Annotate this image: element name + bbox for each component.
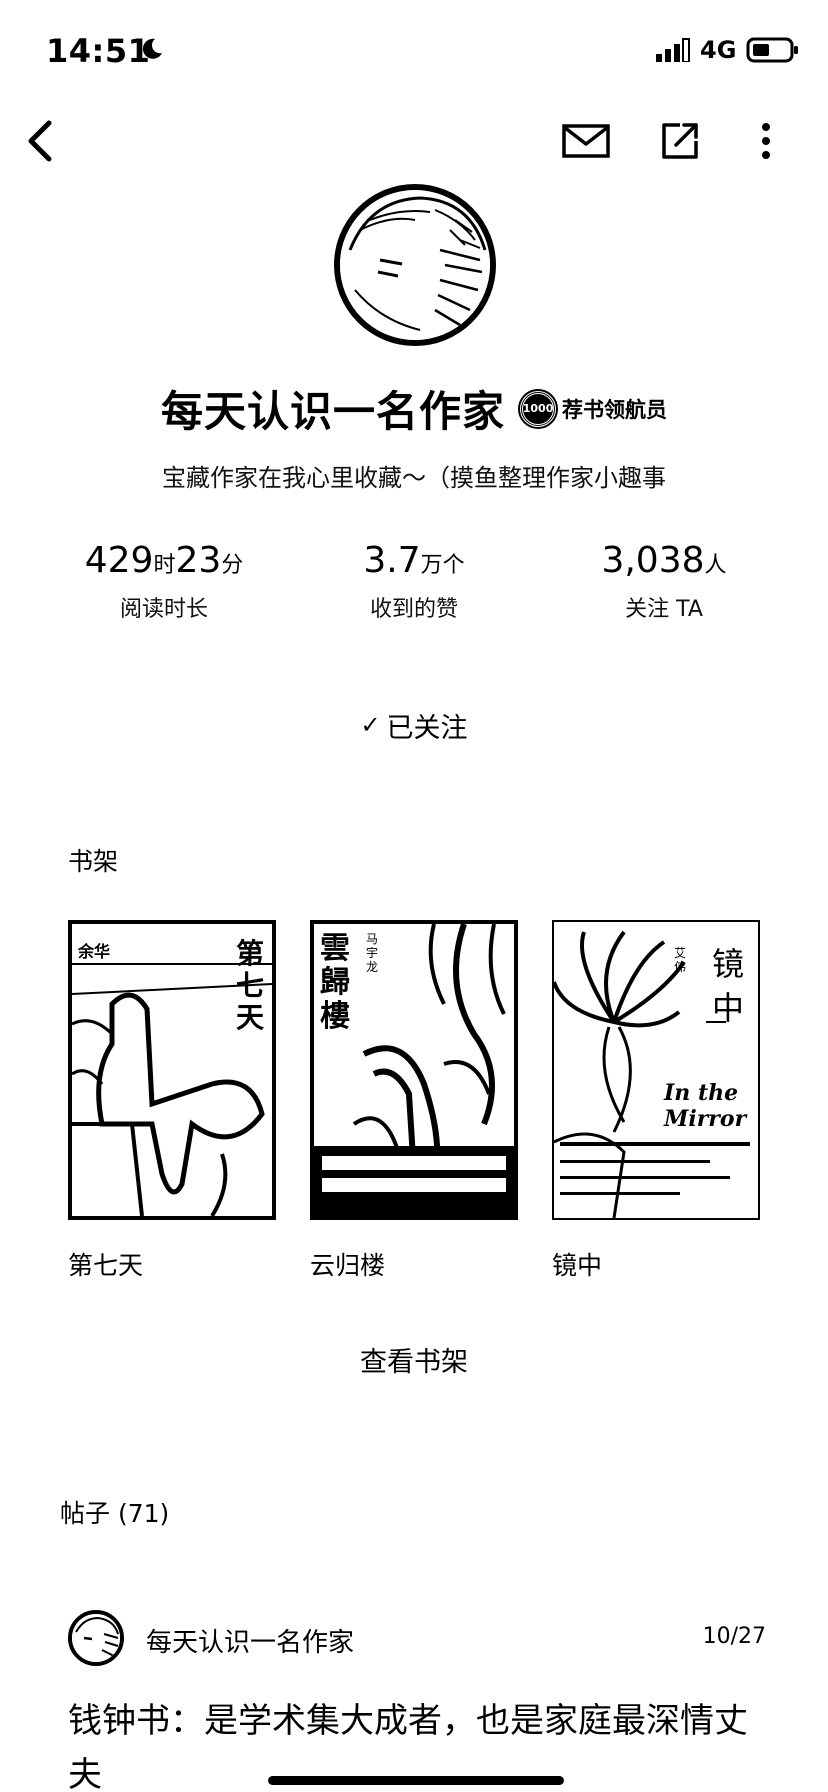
book-item[interactable]: 镜中 艾伟 In the Mirror 镜中 (552, 920, 760, 1282)
cover-en-line: Mirror (664, 1106, 747, 1132)
profile-name-row: 每天认识一名作家 1000 荐书领航员 (0, 378, 828, 439)
avatar-image (72, 1614, 120, 1662)
cover-en-line: In the (664, 1080, 739, 1106)
battery-icon (746, 37, 798, 63)
cover-author: 艾伟 (674, 946, 687, 974)
stat-likes: 3.7万个 收到的赞 (294, 540, 534, 623)
book-cover[interactable]: 镜中 艾伟 In the Mirror (552, 920, 760, 1220)
posts-title: 帖子 (71) (60, 1499, 170, 1528)
book-item[interactable]: 余华 第七天 第七天 (68, 920, 276, 1282)
book-item[interactable]: 雲歸樓 马宇龙 云归楼 (310, 920, 518, 1282)
stat-unit: 时 (153, 553, 176, 578)
stat-label: 阅读时长 (119, 597, 208, 622)
stat-label: 关注 TA (625, 597, 703, 622)
share-button[interactable] (650, 108, 710, 174)
cover-text-line (560, 1142, 750, 1146)
follow-button[interactable]: ✓ 已关注 (334, 700, 494, 750)
cover-text-line (560, 1160, 710, 1163)
book-title[interactable]: 镜中 (552, 1246, 760, 1282)
cover-title: 雲歸樓 (320, 932, 354, 1034)
book-cover[interactable]: 雲歸樓 马宇龙 (310, 920, 518, 1220)
bookshelf-title: 书架 (68, 847, 119, 876)
stat-value: 3.7 (363, 540, 421, 581)
stat-unit: 分 (221, 553, 244, 578)
avatar-image (340, 190, 490, 340)
post-date: 10/27 (702, 1624, 766, 1649)
post-author-name[interactable]: 每天认识一名作家 (146, 1622, 354, 1659)
share-icon (662, 123, 698, 159)
cover-en-title: In the Mirror (664, 1080, 746, 1132)
profile-avatar[interactable] (334, 184, 496, 346)
view-bookshelf-button[interactable]: 查看书架 (344, 1340, 484, 1384)
stat-followers[interactable]: 3,038人 关注 TA (544, 540, 784, 623)
stat-value: 23 (175, 540, 222, 581)
message-button[interactable] (556, 108, 616, 174)
rank-badge[interactable]: 1000 荐书领航员 (518, 388, 668, 429)
moon-icon (142, 38, 162, 59)
book-cover[interactable]: 余华 第七天 (68, 920, 276, 1220)
stat-unit: 万个 (420, 553, 465, 578)
more-icon (762, 123, 770, 159)
stat-unit: 人 (704, 553, 727, 578)
home-indicator[interactable] (268, 1776, 564, 1785)
book-title[interactable]: 云归楼 (310, 1246, 518, 1282)
status-time: 14:51 (46, 32, 151, 70)
cover-author: 马宇龙 (366, 932, 379, 974)
stat-label: 收到的赞 (369, 597, 458, 622)
stats-row: 429时23分 阅读时长 3.7万个 收到的赞 3,038人 关注 TA (0, 540, 828, 630)
follow-label: 已关注 (386, 712, 468, 744)
cover-author: 余华 (78, 938, 111, 962)
check-icon: ✓ (360, 711, 381, 739)
cover-title: 第七天 (236, 937, 265, 1034)
book-title[interactable]: 第七天 (68, 1246, 276, 1282)
cover-text-line (560, 1176, 730, 1179)
nav-bar (0, 108, 828, 174)
back-icon (28, 120, 52, 162)
stat-value: 3,038 (601, 540, 705, 581)
back-button[interactable] (10, 108, 70, 174)
stat-value: 429 (84, 540, 154, 581)
signal-icon (656, 38, 690, 62)
badge-number: 1000 (518, 388, 559, 429)
network-label: 4G (700, 36, 737, 64)
stat-reading-time: 429时23分 阅读时长 (44, 540, 284, 623)
cover-title: 镜中 (712, 945, 745, 1027)
post-author-avatar[interactable] (68, 1610, 124, 1666)
profile-name: 每天认识一名作家 (160, 387, 505, 436)
more-button[interactable] (736, 108, 796, 174)
badge-title: 荐书领航员 (562, 397, 668, 422)
profile-bio: 宝藏作家在我心里收藏～（摸鱼整理作家小趣事 (162, 464, 666, 492)
status-bar: 14:51 4G (0, 0, 828, 100)
cover-text-line (560, 1192, 680, 1195)
mail-icon (562, 124, 610, 158)
